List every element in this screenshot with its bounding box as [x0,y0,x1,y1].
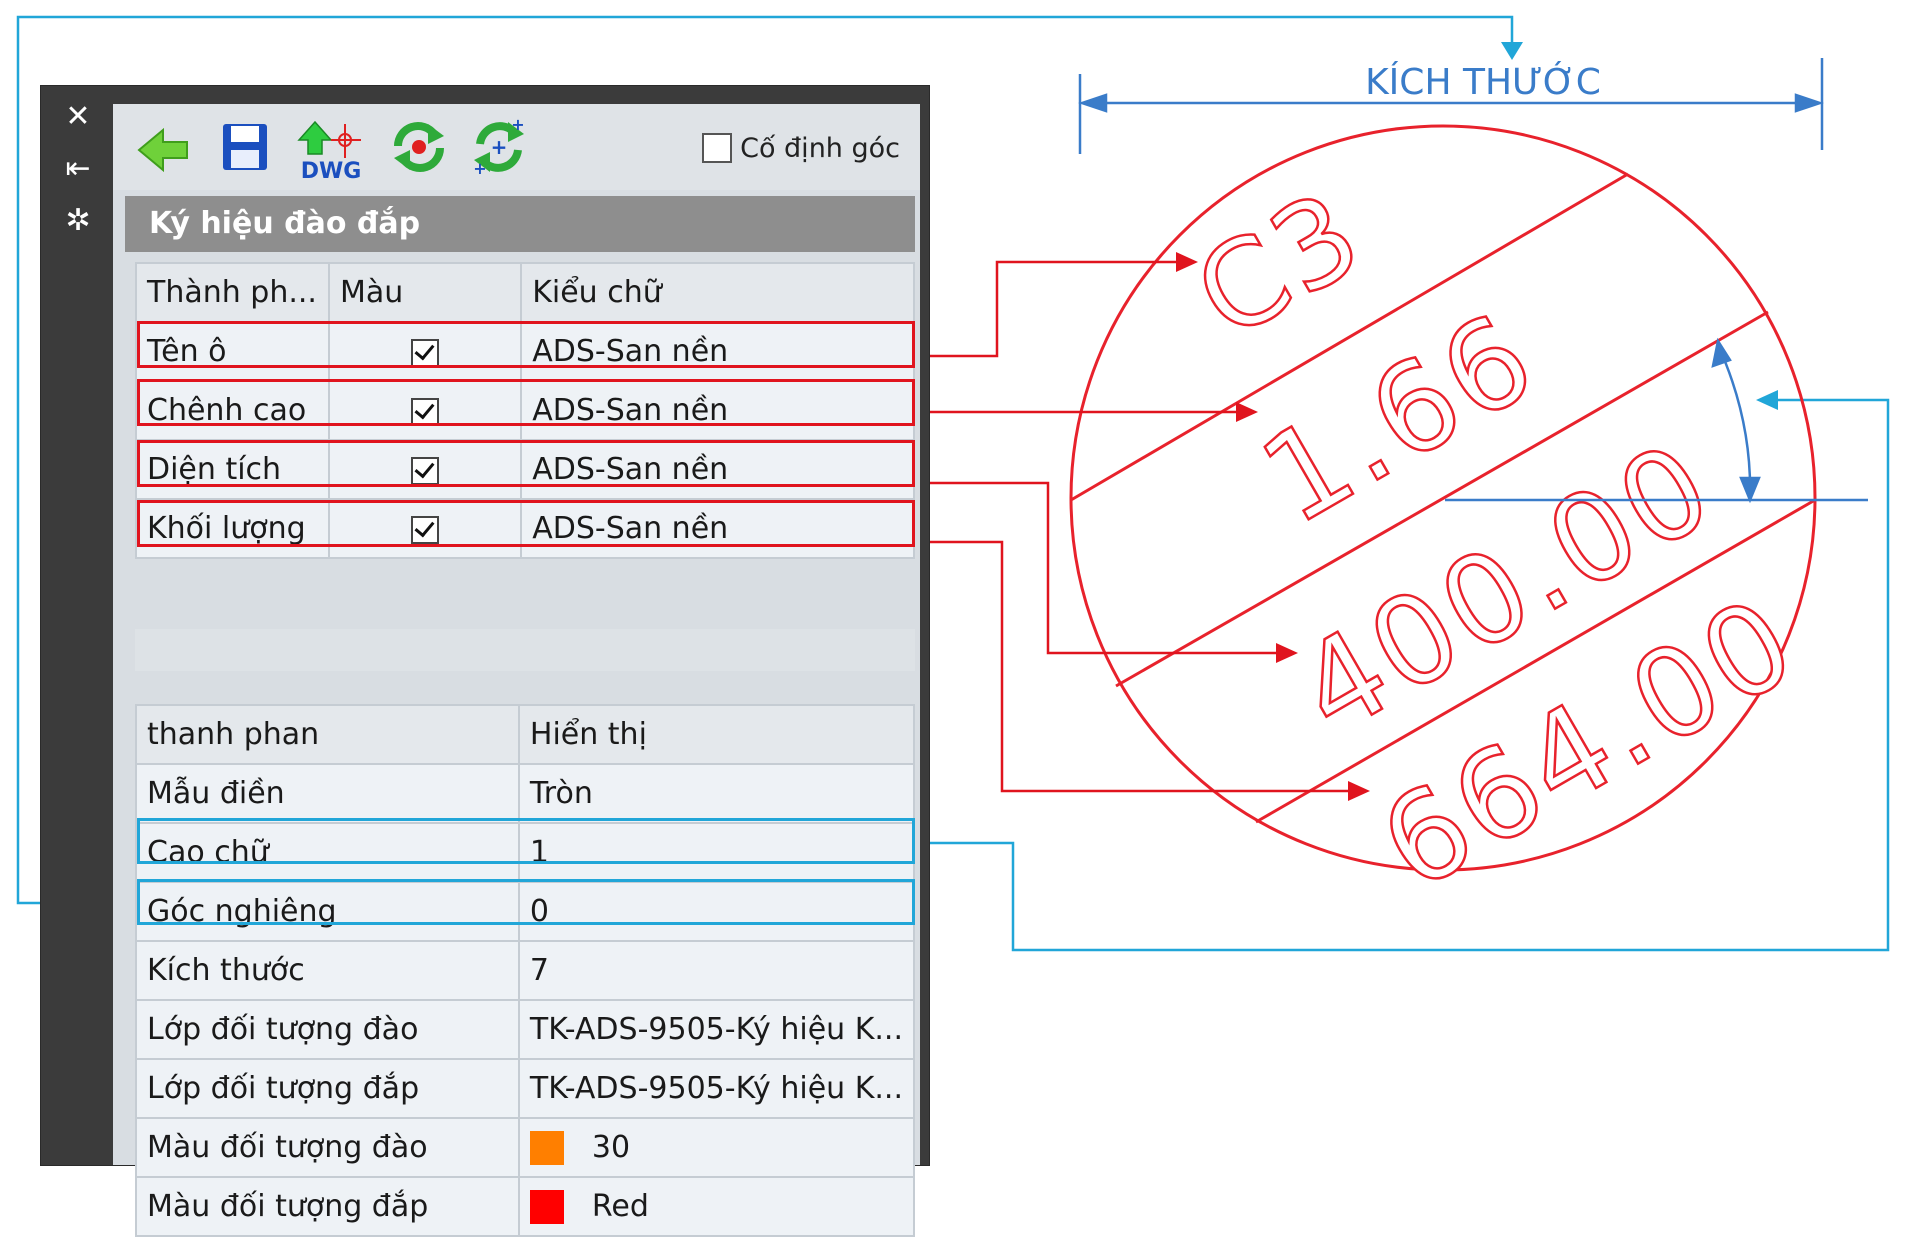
property-name: Màu đối tượng đào [135,1117,520,1178]
export-dwg-button[interactable]: DWG [293,118,369,184]
fixed-angle-label: Cố định góc [740,132,900,164]
save-icon [223,124,267,170]
property-row-fill-color[interactable]: Màu đối tượng đắp Red [135,1176,916,1237]
property-value[interactable]: TK-ADS-9505-Ký hiệu K... [517,1058,916,1119]
svg-text:+: + [491,135,508,159]
fill-color-swatch [529,1190,564,1225]
size-callout-arrowhead [1501,42,1523,60]
angle-callout-arrowhead [1756,390,1778,410]
highlight-volume-row [137,500,915,547]
property-row-cut-layer[interactable]: Lớp đối tượng đào TK-ADS-9505-Ký hiệu K.… [135,999,916,1060]
highlight-cell-name-row [137,321,915,368]
column-header-text-style[interactable]: Kiểu chữ [520,262,915,323]
back-button[interactable] [133,118,195,176]
pin-icon[interactable]: ⇤ [61,152,95,186]
callout-wire-area [913,481,1283,655]
properties-palette: ✕ ⇤ ✲ DWG + + + Cố định góc Ký hiệu đào … [41,86,929,1237]
refresh-button[interactable] [388,118,450,176]
component-callouts [913,260,1357,793]
palette-panel: DWG + + + Cố định góc Ký hiệu đào đắp Th… [113,104,920,1237]
toolbar: DWG + + + Cố định góc [113,104,920,190]
property-name: Kích thước [135,940,520,1001]
property-row-fill-pattern[interactable]: Mẫu điền Tròn [135,763,916,824]
dimension-label: KÍCH THƯỚC [1365,61,1601,103]
refresh-icon [394,122,444,172]
property-name: Mẫu điền [135,763,520,824]
property-row-fill-layer[interactable]: Lớp đối tượng đắp TK-ADS-9505-Ký hiệu K.… [135,1058,916,1119]
property-name: Lớp đối tượng đào [135,999,520,1060]
highlight-angle-row [137,818,915,864]
save-button[interactable] [213,118,275,176]
svg-text:+: + [511,118,524,134]
column-header-color[interactable]: Màu [327,262,523,323]
fixed-angle-option[interactable]: Cố định góc [702,130,900,166]
property-name: Lớp đối tượng đắp [135,1058,520,1119]
properties-header-row: thanh phan Hiển thị [135,704,916,765]
back-arrow-icon [137,127,188,173]
grid-splitter[interactable] [135,629,915,671]
property-row-cut-color[interactable]: Màu đối tượng đào 30 [135,1117,916,1178]
callout-wire-name [913,260,1190,358]
property-value[interactable]: 7 [517,940,916,1001]
property-value[interactable]: Tròn [517,763,916,824]
property-value[interactable]: TK-ADS-9505-Ký hiệu K... [517,999,916,1060]
close-icon[interactable]: ✕ [61,100,95,134]
properties-icon[interactable]: ✲ [61,204,95,238]
highlight-elevation-row [137,379,915,426]
fixed-angle-checkbox[interactable] [702,133,733,163]
highlight-area-row [137,440,915,487]
section-title: Ký hiệu đào đắp [125,196,915,252]
dwg-export-icon: DWG [297,120,362,184]
column-header-display[interactable]: Hiển thị [517,704,916,765]
fill-color-value: Red [591,1188,649,1224]
properties-grid: thanh phan Hiển thị Mẫu điền Tròn Cao ch… [135,704,916,1237]
cut-color-swatch [529,1131,564,1166]
svg-text:+: + [473,159,486,176]
property-value[interactable]: 30 [517,1117,916,1178]
column-header-property[interactable]: thanh phan [135,704,520,765]
update-all-icon: + + + [473,115,524,178]
components-header-row: Thành ph... Màu Kiểu chữ [135,262,915,323]
highlight-size-row [137,879,915,925]
property-row-size[interactable]: Kích thước 7 [135,940,916,1001]
column-header-component[interactable]: Thành ph... [135,262,330,323]
property-name: Màu đối tượng đắp [135,1176,520,1237]
update-all-button[interactable]: + + + [468,115,530,178]
svg-text:DWG: DWG [301,159,362,182]
property-value[interactable]: Red [517,1176,916,1237]
cut-color-value: 30 [591,1129,631,1165]
